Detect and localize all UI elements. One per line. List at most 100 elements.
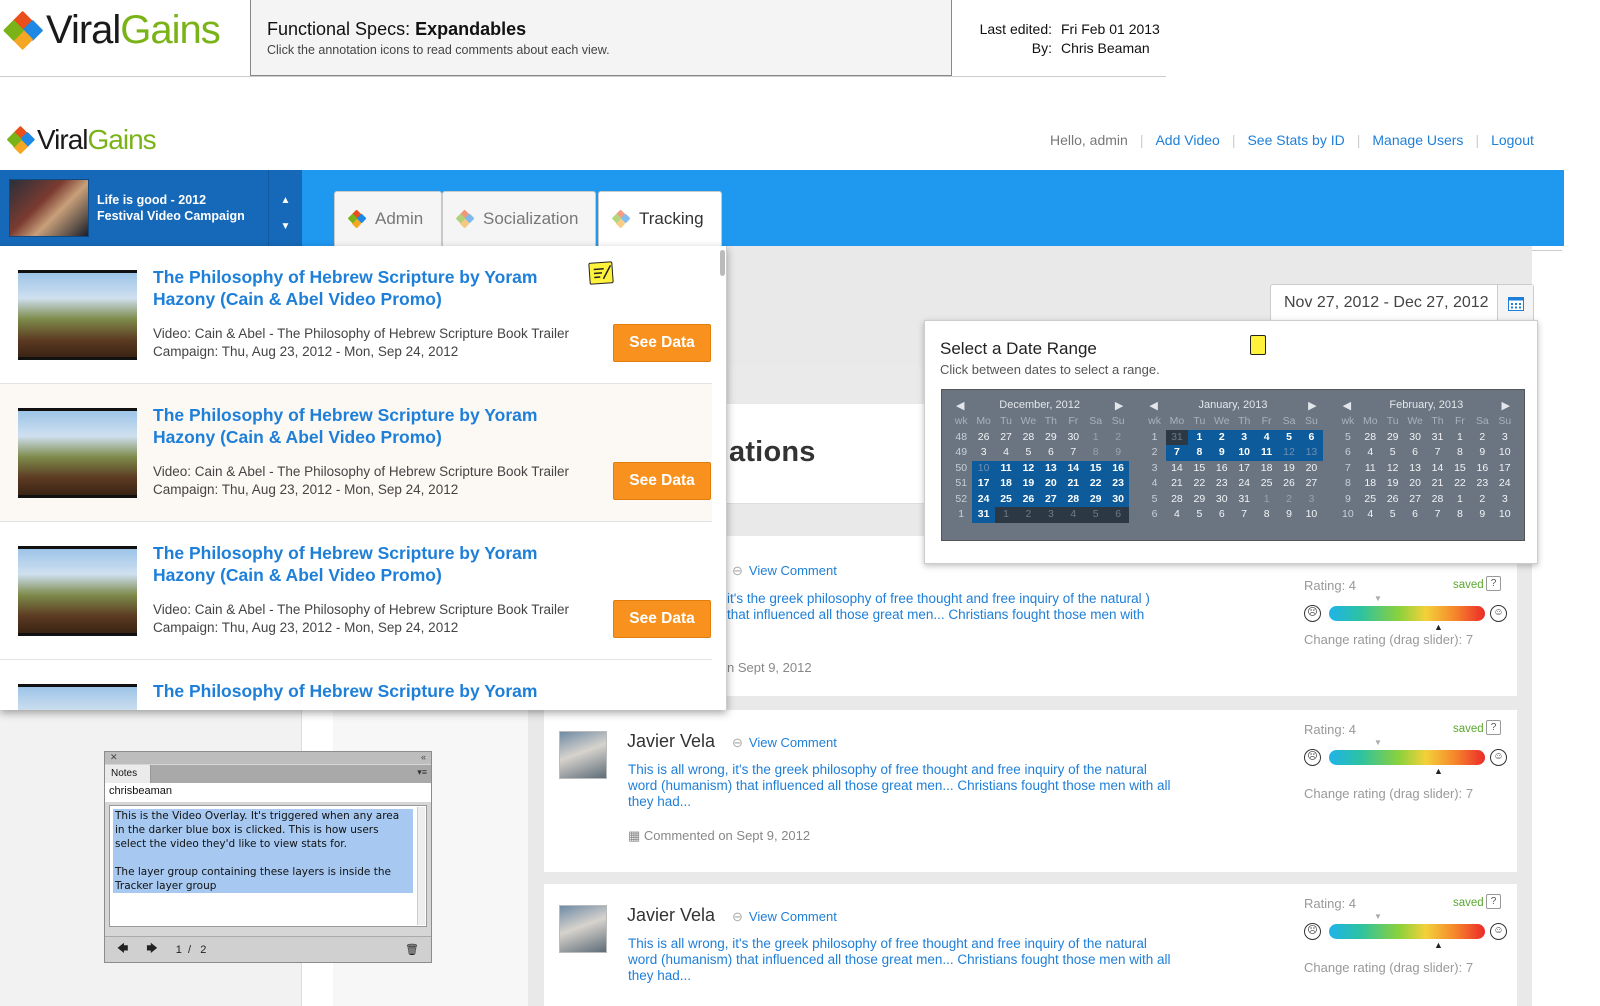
video-thumbnail[interactable] <box>18 684 137 710</box>
calendar-day[interactable]: 10 <box>1494 445 1516 461</box>
calendar-day[interactable]: 6 <box>1211 507 1233 523</box>
calendar-day[interactable]: 19 <box>1381 476 1403 492</box>
calendar-day[interactable]: 25 <box>1255 476 1277 492</box>
calendar-day[interactable]: 17 <box>1233 461 1255 477</box>
calendar-day[interactable]: 23 <box>1211 476 1233 492</box>
see-data-button[interactable]: See Data <box>613 324 711 362</box>
manage-users-link[interactable]: Manage Users <box>1372 132 1463 148</box>
calendar-day[interactable]: 12 <box>1277 445 1301 461</box>
calendar-day[interactable]: 7 <box>1165 445 1189 461</box>
calendar-day[interactable]: 26 <box>1278 476 1300 492</box>
campaign-selector[interactable]: Life is good - 2012 Festival Video Campa… <box>0 170 268 246</box>
calendar-day[interactable]: 19 <box>1017 476 1040 492</box>
calendar-day[interactable]: 16 <box>1471 461 1493 477</box>
calendar-day[interactable]: 26 <box>972 430 994 446</box>
collapse-icon[interactable]: « <box>421 752 426 764</box>
calendar-day[interactable]: 29 <box>1040 430 1062 446</box>
calendar-day[interactable]: 19 <box>1278 461 1300 477</box>
calendar-day[interactable]: 8 <box>1449 445 1471 461</box>
slider-handle[interactable]: ▲ <box>1434 622 1443 632</box>
calendar-day[interactable]: 31 <box>972 507 995 523</box>
calendar-day[interactable]: 10 <box>1300 507 1322 523</box>
calendar-day[interactable]: 1 <box>1449 430 1471 446</box>
calendar-day[interactable]: 29 <box>1188 492 1210 508</box>
video-row[interactable]: The Philosophy of Hebrew Scripture by Yo… <box>0 384 712 522</box>
calendar-day[interactable]: 5 <box>1381 507 1403 523</box>
calendar-day[interactable]: 9 <box>1471 445 1493 461</box>
commenter-name[interactable]: Javier Vela <box>627 731 715 752</box>
panel-menu-icon[interactable]: ▾≡ <box>151 765 431 783</box>
video-thumbnail[interactable] <box>18 546 137 636</box>
help-button[interactable]: ? <box>1486 576 1501 591</box>
calendar-day[interactable]: 29 <box>1381 430 1403 446</box>
calendar-day[interactable]: 1 <box>994 507 1018 523</box>
calendar-day[interactable]: 10 <box>1494 507 1516 523</box>
calendar-day[interactable]: 5 <box>1017 445 1039 461</box>
calendar-day[interactable]: 30 <box>1211 492 1233 508</box>
slider-handle[interactable]: ▲ <box>1434 766 1443 776</box>
calendar-day[interactable]: 28 <box>1017 430 1039 446</box>
calendar-day[interactable]: 3 <box>1232 429 1256 445</box>
calendar-day[interactable]: 24 <box>1494 476 1516 492</box>
calendar-day[interactable]: 31 <box>1165 429 1189 445</box>
calendar-day[interactable]: 15 <box>1084 460 1107 476</box>
calendar-day[interactable]: 13 <box>1404 461 1426 477</box>
video-title[interactable]: The Philosophy of Hebrew Scripture by Yo… <box>153 542 573 586</box>
calendar-day[interactable]: 6 <box>1404 507 1426 523</box>
calendar-day[interactable]: 18 <box>1359 476 1381 492</box>
next-month-icon[interactable]: ▶ <box>1308 399 1316 412</box>
calendar-day[interactable]: 24 <box>1233 476 1255 492</box>
add-video-link[interactable]: Add Video <box>1155 132 1219 148</box>
calendar-day[interactable]: 9 <box>1278 507 1300 523</box>
next-note-icon[interactable]: 🡆 <box>146 940 157 959</box>
calendar-day[interactable]: 22 <box>1084 476 1107 492</box>
calendar-day[interactable]: 6 <box>1040 445 1062 461</box>
calendar-day[interactable]: 28 <box>1166 492 1188 508</box>
calendar-day[interactable]: 8 <box>1188 445 1211 461</box>
calendar-day[interactable]: 20 <box>1404 476 1426 492</box>
calendar-day[interactable]: 18 <box>1255 461 1277 477</box>
video-thumbnail[interactable] <box>18 408 137 498</box>
calendar-day[interactable]: 17 <box>972 476 995 492</box>
calendar-day[interactable]: 31 <box>1233 492 1255 508</box>
calendar-day[interactable]: 2 <box>1210 429 1233 445</box>
calendar-day[interactable]: 3 <box>1039 507 1063 523</box>
calendar-day[interactable]: 2 <box>1471 492 1493 508</box>
video-title[interactable]: The Philosophy of Hebrew Scripture by Yo… <box>153 266 573 310</box>
commenter-name[interactable]: Javier Vela <box>627 905 715 926</box>
see-data-button[interactable]: See Data <box>613 600 711 638</box>
calendar-day[interactable]: 4 <box>1062 507 1085 523</box>
rating-slider[interactable] <box>1329 750 1485 765</box>
calendar-day[interactable]: 21 <box>1062 476 1085 492</box>
calendar-day[interactable]: 15 <box>1449 461 1471 477</box>
calendar-day[interactable]: 10 <box>1232 445 1256 461</box>
calendar-day[interactable]: 27 <box>1039 491 1063 507</box>
calendar-day[interactable]: 20 <box>1039 476 1063 492</box>
calendar-day[interactable]: 11 <box>994 460 1018 476</box>
view-comment-link[interactable]: ⊖ View Comment <box>732 909 837 925</box>
calendar-day[interactable]: 4 <box>1359 445 1381 461</box>
calendar-day[interactable]: 25 <box>1359 492 1381 508</box>
see-data-button[interactable]: See Data <box>613 462 711 500</box>
close-icon[interactable]: ✕ <box>110 752 118 764</box>
calendar-day[interactable]: 12 <box>1017 460 1040 476</box>
calendar-day[interactable]: 7 <box>1426 507 1448 523</box>
calendar-day[interactable]: 27 <box>1300 476 1322 492</box>
logout-link[interactable]: Logout <box>1491 132 1534 148</box>
campaign-toggle[interactable]: ▲ ▼ <box>268 170 302 246</box>
help-button[interactable]: ? <box>1486 720 1501 735</box>
calendar-day[interactable]: 4 <box>995 445 1017 461</box>
calendar-day[interactable]: 8 <box>1449 507 1471 523</box>
calendar-day[interactable]: 5 <box>1381 445 1403 461</box>
next-month-icon[interactable]: ▶ <box>1115 399 1123 412</box>
calendar-day[interactable]: 4 <box>1166 507 1188 523</box>
calendar-day[interactable]: 28 <box>1359 430 1381 446</box>
calendar-day[interactable]: 22 <box>1188 476 1210 492</box>
notes-text-area[interactable]: This is the Video Overlay. It's triggere… <box>109 805 427 927</box>
calendar-day[interactable]: 27 <box>1404 492 1426 508</box>
calendar-day[interactable]: 30 <box>1062 430 1084 446</box>
calendar-day[interactable]: 31 <box>1426 430 1448 446</box>
calendar-day[interactable]: 1 <box>1084 430 1106 446</box>
video-title[interactable]: The Philosophy of Hebrew Scripture by Yo… <box>153 680 573 702</box>
trash-icon[interactable]: 🗑 <box>405 943 419 956</box>
